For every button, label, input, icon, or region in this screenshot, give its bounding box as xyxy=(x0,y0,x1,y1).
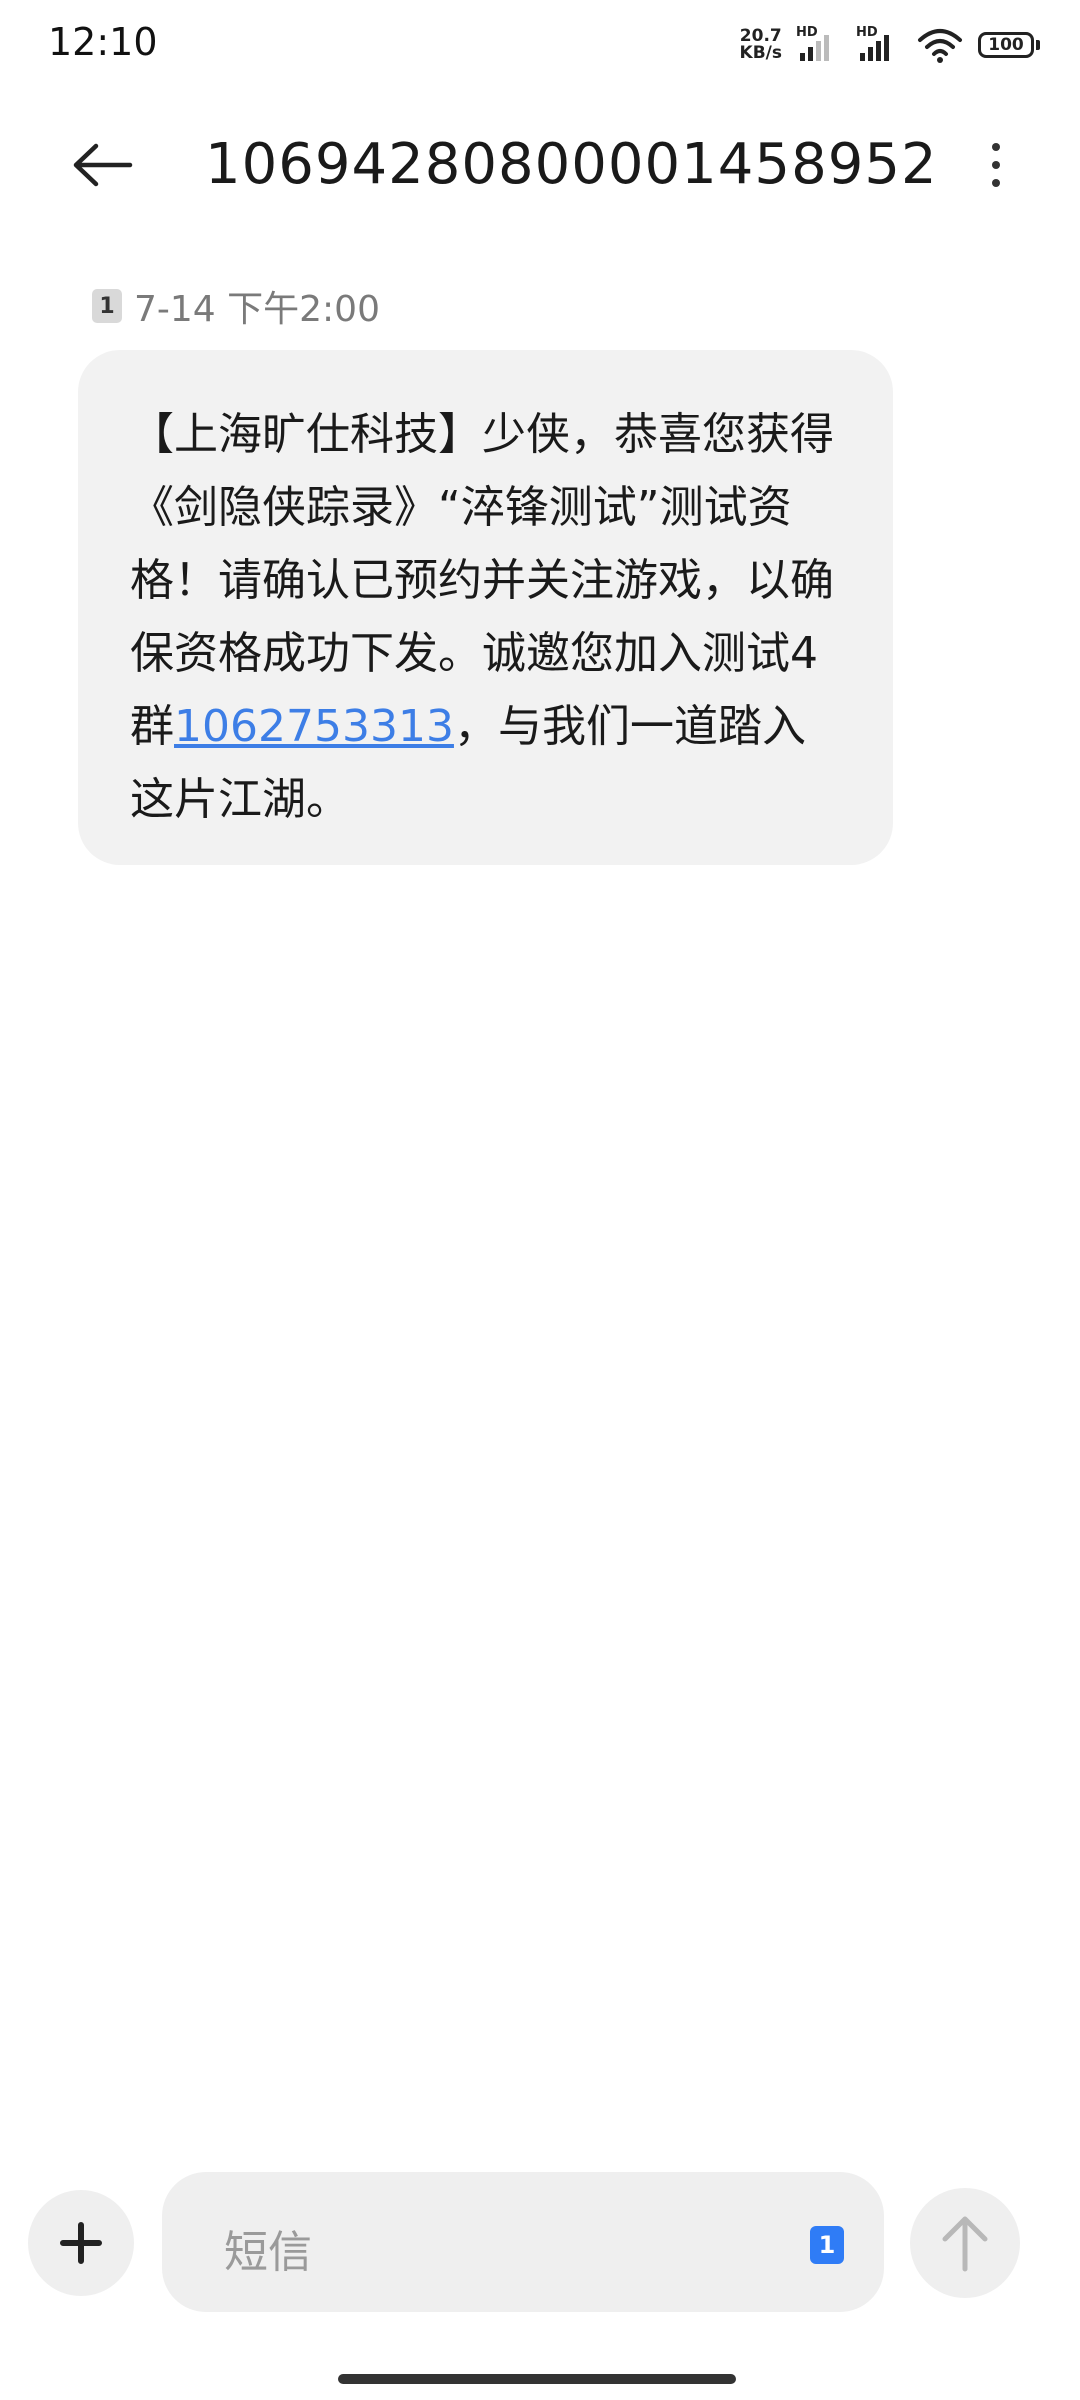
signal-sim2-icon: HD xyxy=(856,25,902,65)
input-placeholder: 短信 xyxy=(224,2227,312,2278)
sim-select-button[interactable]: 1 xyxy=(810,2226,844,2264)
sms-input-field[interactable]: 短信 1 xyxy=(162,2172,884,2312)
network-speed: 20.7 KB/s xyxy=(740,28,782,62)
network-speed-unit: KB/s xyxy=(739,43,782,63)
sms-conversation-screen: 12:10 20.7 KB/s HD HD 100 10694280800001… xyxy=(0,0,1080,2400)
conversation-header: 10694280800001458952 xyxy=(0,110,1080,220)
plus-icon xyxy=(60,2222,102,2264)
status-icons: 20.7 KB/s HD HD 100 xyxy=(740,22,1040,68)
message-text: 【上海旷仕科技】少侠，恭喜您获得《剑隐侠踪录》“淬锋测试”测试资格！请确认已预约… xyxy=(130,398,837,836)
arrow-up-icon xyxy=(942,2216,988,2272)
more-options-button[interactable] xyxy=(966,130,1026,200)
add-attachment-button[interactable] xyxy=(28,2190,134,2296)
arrow-left-icon xyxy=(73,143,133,187)
send-button[interactable] xyxy=(910,2188,1020,2298)
more-vertical-icon xyxy=(992,143,1000,151)
home-indicator[interactable] xyxy=(338,2374,736,2384)
back-button[interactable] xyxy=(62,130,142,200)
status-bar: 12:10 20.7 KB/s HD HD 100 xyxy=(0,0,1080,90)
message-timestamp: 7-14 下午2:00 xyxy=(134,289,380,330)
battery-icon: 100 xyxy=(978,32,1040,58)
message-bubble[interactable]: 【上海旷仕科技】少侠，恭喜您获得《剑隐侠踪录》“淬锋测试”测试资格！请确认已预约… xyxy=(78,350,893,865)
message-meta: 1 7-14 下午2:00 xyxy=(92,280,380,332)
conversation-title: 10694280800001458952 xyxy=(205,132,938,197)
group-number-link[interactable]: 1062753313 xyxy=(174,701,454,752)
status-time: 12:10 xyxy=(48,20,158,64)
battery-level: 100 xyxy=(978,32,1034,58)
wifi-icon xyxy=(918,29,962,63)
signal-sim1-icon: HD xyxy=(796,25,842,65)
sim-slot-badge: 1 xyxy=(92,289,122,323)
